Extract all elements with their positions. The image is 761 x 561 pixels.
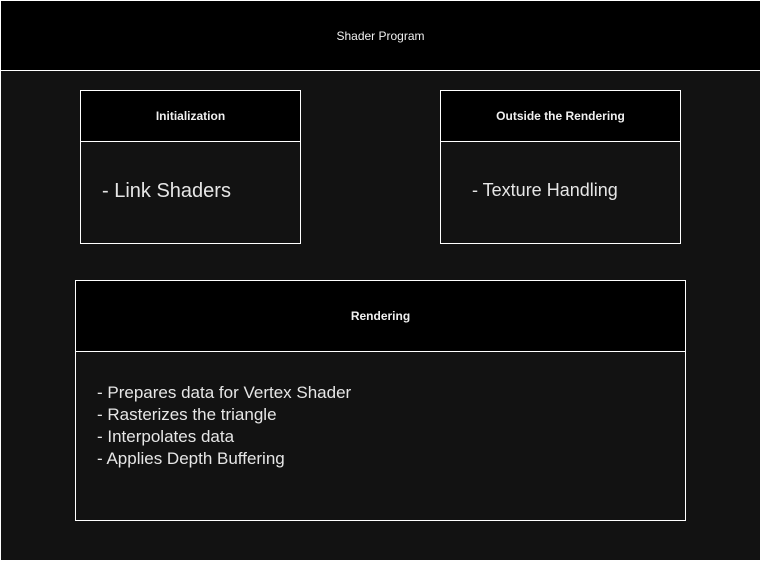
initialization-title: Initialization bbox=[81, 91, 300, 142]
outside-rendering-box: Outside the Rendering - Texture Handling bbox=[440, 90, 681, 244]
list-item: - Texture Handling bbox=[472, 180, 618, 200]
list-item: - Applies Depth Buffering bbox=[97, 449, 285, 468]
shader-program-title: Shader Program bbox=[1, 1, 760, 71]
rendering-box: Rendering - Prepares data for Vertex Sha… bbox=[75, 280, 686, 521]
initialization-box: Initialization - Link Shaders bbox=[80, 90, 301, 244]
list-item: - Rasterizes the triangle bbox=[97, 405, 277, 424]
rendering-title: Rendering bbox=[76, 281, 685, 352]
outside-rendering-title: Outside the Rendering bbox=[441, 91, 680, 142]
initialization-body: - Link Shaders bbox=[81, 142, 300, 243]
list-item: - Link Shaders bbox=[102, 180, 231, 202]
rendering-body: - Prepares data for Vertex Shader - Rast… bbox=[76, 352, 685, 520]
list-item: - Prepares data for Vertex Shader bbox=[97, 383, 352, 402]
list-item: - Interpolates data bbox=[97, 427, 235, 446]
outside-rendering-body: - Texture Handling bbox=[441, 142, 680, 243]
